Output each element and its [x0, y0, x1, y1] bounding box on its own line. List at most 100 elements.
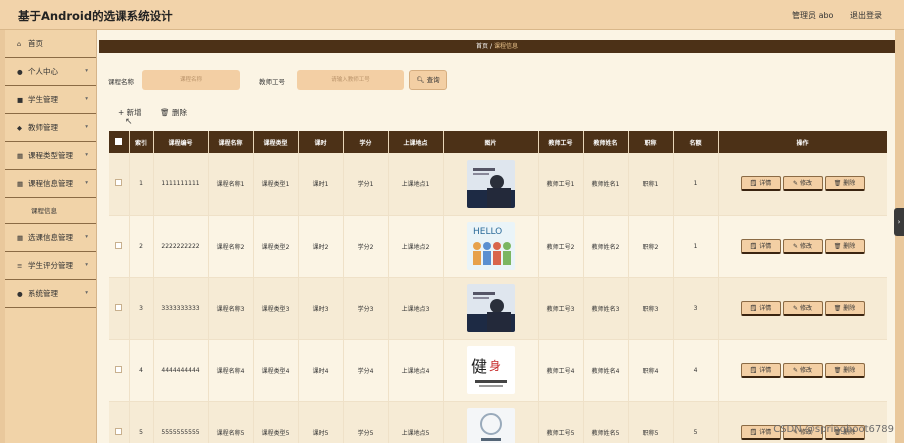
delete-row-button[interactable]: 🗑︎ 删除 [824, 300, 865, 316]
course-name-input[interactable]: 课程名称 [142, 70, 240, 90]
cell-teacher-no: 教师工号1 [538, 153, 584, 216]
cell-type: 课程类型3 [253, 277, 299, 340]
edit-button[interactable]: ✎ 修改 [782, 176, 823, 192]
cell-credit: 学分1 [343, 153, 389, 216]
sidebar-subitem[interactable]: 课程信息 [5, 198, 96, 224]
detail-icon: 🗒︎ [749, 242, 760, 250]
cell-code: 3333333333 [153, 277, 209, 340]
cell-type: 课程类型2 [253, 215, 299, 278]
cell-place: 上课地点1 [388, 153, 444, 216]
breadcrumb-separator: / [489, 43, 493, 50]
sidebar-item[interactable]: ▦ 课程信息管理 ▾ [5, 170, 96, 198]
edit-icon: ✎ [793, 180, 800, 188]
column-header: 索引 [129, 131, 154, 153]
cell-hours: 课时1 [298, 153, 344, 216]
watermark: CSDN @springboot6789 [773, 424, 894, 435]
side-toggle-tab[interactable]: › [894, 208, 904, 236]
cell-name: 课程名称5 [208, 401, 254, 443]
user-label[interactable]: 管理员 abo [792, 11, 833, 20]
sidebar-item[interactable]: ≡ 学生评分管理 ▾ [5, 252, 96, 280]
cell-code: 4444444444 [153, 339, 209, 402]
cell-name: 课程名称1 [208, 153, 254, 216]
operations-cell: 🗒︎ 详情 ✎ 修改 🗑︎ 删除 [718, 401, 887, 443]
view-detail-button[interactable]: 🗒︎ 详情 [740, 176, 781, 192]
course-image[interactable] [466, 284, 515, 332]
row-checkbox-cell[interactable] [109, 215, 130, 278]
teacher-no-input[interactable]: 请输入教师工号 [297, 70, 404, 90]
sidebar-item-label: 系统管理 [28, 289, 58, 298]
row-checkbox[interactable] [115, 179, 123, 187]
image-cell: HELLO [443, 215, 539, 278]
row-checkbox[interactable] [115, 303, 123, 311]
edit-label: 修改 [799, 304, 812, 312]
course-image[interactable] [466, 159, 515, 208]
chevron-down-icon: ▾ [85, 124, 88, 130]
column-header: 图片 [443, 131, 539, 153]
delete-row-button[interactable]: 🗑︎ 删除 [824, 362, 865, 378]
cell-index: 5 [129, 401, 154, 443]
search-button[interactable]: 🔍︎ 查询 [409, 70, 447, 90]
grid-icon: ▦ [17, 234, 24, 242]
course-image[interactable] [466, 408, 515, 443]
cell-place: 上课地点2 [388, 215, 444, 278]
cell-quota: 5 [673, 401, 719, 443]
course-name-label: 课程名称 [108, 78, 134, 86]
sidebar-item[interactable]: ● 系统管理 ▾ [5, 280, 96, 308]
cell-teacher-no: 教师工号3 [538, 277, 584, 340]
cell-name: 课程名称3 [208, 277, 254, 340]
row-checkbox-cell[interactable] [109, 339, 130, 402]
detail-label: 详情 [759, 180, 772, 188]
delete-button[interactable]: 🗑 删除 [160, 108, 187, 117]
cell-teacher-name: 教师姓名5 [583, 401, 629, 443]
table-row: 3 3333333333 课程名称3 课程类型3 课时3 学分3 上课地点3 教师工号3 教师姓… [109, 277, 887, 340]
operations-cell: 🗒︎ 详情 ✎ 修改 🗑︎ 删除 [718, 215, 887, 278]
sidebar: ⌂ 首页 ● 个人中心 ▾ ■ 学生管理 ▾ ◆ 教师管理 ▾ ▦ 课程类型管理 ▾ ▦ 课程信息管理 ▾ 课程信… [5, 30, 97, 443]
cell-place: 上课地点4 [388, 339, 444, 402]
view-detail-button[interactable]: 🗒︎ 详情 [740, 362, 781, 378]
row-checkbox-cell[interactable] [109, 277, 130, 340]
add-button[interactable]: + 新增 [118, 108, 142, 117]
sidebar-item[interactable]: ⌂ 首页 [5, 30, 96, 58]
sidebar-item[interactable]: ■ 学生管理 ▾ [5, 86, 96, 114]
view-detail-button[interactable]: 🗒︎ 详情 [740, 300, 781, 316]
delete-row-button[interactable]: 🗑︎ 删除 [824, 176, 865, 192]
settings-icon: ● [17, 290, 23, 298]
svg-text:HELLO: HELLO [473, 227, 502, 237]
view-detail-button[interactable]: 🗒︎ 详情 [740, 238, 781, 254]
breadcrumb-home[interactable]: 首页 [476, 43, 488, 50]
sidebar-item[interactable]: ▦ 课程类型管理 ▾ [5, 142, 96, 170]
edit-label: 修改 [799, 366, 812, 374]
logout-link[interactable]: 退出登录 [850, 11, 882, 20]
detail-label: 详情 [759, 242, 772, 250]
delete-icon: 🗑︎ [833, 366, 844, 374]
edit-icon: ✎ [793, 304, 800, 312]
table-row: 2 2222222222 课程名称2 课程类型2 课时2 学分2 上课地点2 HELLO 教师工… [109, 215, 887, 278]
cell-teacher-name: 教师姓名1 [583, 153, 629, 216]
breadcrumb: 首页 / 课程信息 [99, 40, 895, 53]
row-checkbox-cell[interactable] [109, 401, 130, 443]
delete-label: 删除 [843, 180, 856, 188]
row-checkbox[interactable] [115, 365, 123, 373]
cell-index: 4 [129, 339, 154, 402]
app-title: 基于Android的选课系统设计 [18, 9, 173, 23]
edit-button[interactable]: ✎ 修改 [782, 300, 823, 316]
sidebar-item[interactable]: ● 个人中心 ▾ [5, 58, 96, 86]
course-image[interactable]: HELLO [466, 222, 515, 270]
row-checkbox-cell[interactable] [109, 153, 130, 216]
row-checkbox[interactable] [115, 427, 123, 435]
sidebar-item[interactable]: ◆ 教师管理 ▾ [5, 114, 96, 142]
select-all-checkbox[interactable] [109, 131, 130, 153]
edit-button[interactable]: ✎ 修改 [782, 238, 823, 254]
edit-button[interactable]: ✎ 修改 [782, 362, 823, 378]
home-icon: ⌂ [17, 40, 22, 48]
sidebar-item[interactable]: ▦ 选课信息管理 ▾ [5, 224, 96, 252]
course-image[interactable]: 健身 [466, 346, 515, 394]
image-cell [443, 277, 539, 340]
svg-text:健: 健 [471, 357, 487, 376]
row-checkbox[interactable] [115, 241, 123, 249]
breadcrumb-current: 课程信息 [493, 43, 518, 50]
edit-icon: ✎ [793, 242, 800, 250]
svg-text:身: 身 [489, 358, 501, 373]
cell-name: 课程名称2 [208, 215, 254, 278]
delete-row-button[interactable]: 🗑︎ 删除 [824, 238, 865, 254]
